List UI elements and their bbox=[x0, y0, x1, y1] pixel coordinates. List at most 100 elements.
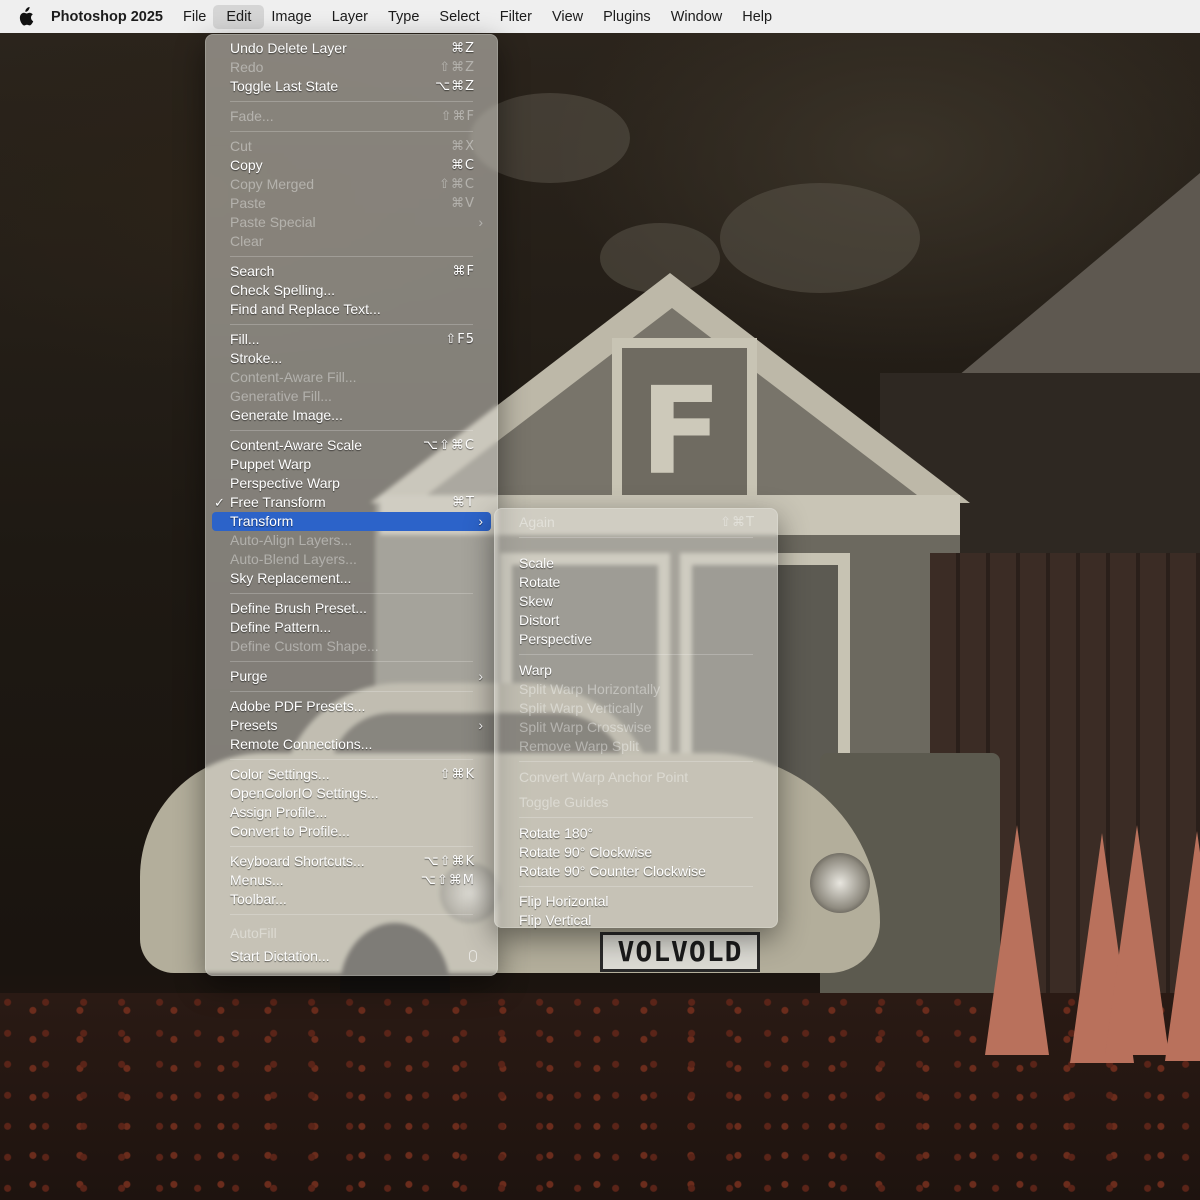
menu-help[interactable]: Help bbox=[742, 5, 772, 29]
menu-item-rotate-180[interactable]: Rotate 180° bbox=[495, 824, 777, 843]
menu-item-distort[interactable]: Distort bbox=[495, 611, 777, 630]
menu-item-toggle-guides[interactable]: Toggle Guides bbox=[495, 793, 777, 812]
menu-item-define-custom-shape[interactable]: Define Custom Shape... bbox=[206, 637, 497, 656]
menu-item-autofill[interactable]: AutoFill bbox=[206, 924, 497, 943]
license-plate: VOLVOLD bbox=[600, 932, 760, 972]
menu-item-perspective-warp[interactable]: Perspective Warp bbox=[206, 474, 497, 493]
menu-item-fill[interactable]: Fill... ⇧F5 bbox=[206, 330, 497, 349]
menu-item-copy[interactable]: Copy ⌘C bbox=[206, 156, 497, 175]
menu-layer[interactable]: Layer bbox=[332, 5, 368, 29]
menu-window[interactable]: Window bbox=[671, 5, 723, 29]
checkmark-icon: ✓ bbox=[214, 495, 225, 510]
menu-item-clear[interactable]: Clear bbox=[206, 232, 497, 251]
menu-item-adobe-pdf-presets[interactable]: Adobe PDF Presets... bbox=[206, 697, 497, 716]
menu-item-split-warp-crosswise[interactable]: Split Warp Crosswise bbox=[495, 718, 777, 737]
menu-item-content-aware-scale[interactable]: Content-Aware Scale ⌥⇧⌘C bbox=[206, 436, 497, 455]
chevron-right-icon: › bbox=[478, 214, 483, 230]
menu-item-convert-to-profile[interactable]: Convert to Profile... bbox=[206, 822, 497, 841]
menu-item-flip-vertical[interactable]: Flip Vertical bbox=[495, 911, 777, 930]
menu-separator bbox=[206, 841, 497, 852]
menu-item-copy-merged[interactable]: Copy Merged ⇧⌘C bbox=[206, 175, 497, 194]
menu-separator bbox=[206, 251, 497, 262]
menu-item-start-dictation[interactable]: Start Dictation... bbox=[206, 947, 497, 966]
menu-item-remote-connections[interactable]: Remote Connections... bbox=[206, 735, 497, 754]
menu-item-toggle-last-state[interactable]: Toggle Last State ⌥⌘Z bbox=[206, 77, 497, 96]
menu-separator bbox=[495, 756, 777, 768]
menu-item-purge[interactable]: Purge › bbox=[206, 667, 497, 686]
menu-item-presets[interactable]: Presets › bbox=[206, 716, 497, 735]
shed-letter: F bbox=[640, 363, 722, 502]
transform-submenu: Again ⇧⌘T Scale Rotate Skew Distort Persp… bbox=[494, 508, 778, 928]
menu-item-transform[interactable]: Transform › bbox=[212, 512, 491, 531]
menu-select[interactable]: Select bbox=[439, 5, 479, 29]
menu-item-convert-warp-anchor-point[interactable]: Convert Warp Anchor Point bbox=[495, 768, 777, 787]
menu-separator bbox=[206, 126, 497, 137]
menu-item-redo[interactable]: Redo ⇧⌘Z bbox=[206, 58, 497, 77]
menu-item-rotate[interactable]: Rotate bbox=[495, 573, 777, 592]
menu-item-flip-horizontal[interactable]: Flip Horizontal bbox=[495, 892, 777, 911]
menu-item-assign-profile[interactable]: Assign Profile... bbox=[206, 803, 497, 822]
menu-item-puppet-warp[interactable]: Puppet Warp bbox=[206, 455, 497, 474]
menu-item-scale[interactable]: Scale bbox=[495, 554, 777, 573]
menu-item-search[interactable]: Search ⌘F bbox=[206, 262, 497, 281]
menu-separator bbox=[206, 909, 497, 924]
menu-item-define-pattern[interactable]: Define Pattern... bbox=[206, 618, 497, 637]
app-name-menu[interactable]: Photoshop 2025 bbox=[51, 9, 163, 25]
menu-item-color-settings[interactable]: Color Settings... ⇧⌘K bbox=[206, 765, 497, 784]
menu-separator bbox=[206, 754, 497, 765]
menu-item-define-brush-preset[interactable]: Define Brush Preset... bbox=[206, 599, 497, 618]
menu-item-auto-blend-layers[interactable]: Auto-Blend Layers... bbox=[206, 550, 497, 569]
menu-item-menus[interactable]: Menus... ⌥⇧⌘M bbox=[206, 871, 497, 890]
menu-separator bbox=[206, 588, 497, 599]
menu-item-toolbar[interactable]: Toolbar... bbox=[206, 890, 497, 909]
traffic-cone bbox=[1105, 825, 1169, 1055]
menu-file[interactable]: File bbox=[183, 5, 206, 29]
edit-menu: Undo Delete Layer ⌘Z Redo ⇧⌘Z Toggle Last … bbox=[205, 34, 498, 976]
menu-bar: Photoshop 2025 File Edit Image Layer Typ… bbox=[0, 0, 1200, 33]
microphone-icon bbox=[469, 950, 477, 962]
menu-item-again[interactable]: Again ⇧⌘T bbox=[495, 513, 777, 532]
menu-item-split-warp-horizontally[interactable]: Split Warp Horizontally bbox=[495, 680, 777, 699]
menu-item-generative-fill[interactable]: Generative Fill... bbox=[206, 387, 497, 406]
menu-item-generate-image[interactable]: Generate Image... bbox=[206, 406, 497, 425]
menu-image[interactable]: Image bbox=[271, 5, 311, 29]
menu-item-paste-special[interactable]: Paste Special › bbox=[206, 213, 497, 232]
menu-item-paste[interactable]: Paste ⌘V bbox=[206, 194, 497, 213]
menu-item-rotate-90-cw[interactable]: Rotate 90° Clockwise bbox=[495, 843, 777, 862]
menu-separator bbox=[206, 656, 497, 667]
menu-item-warp[interactable]: Warp bbox=[495, 661, 777, 680]
menu-separator bbox=[495, 881, 777, 892]
menu-separator bbox=[206, 425, 497, 436]
menu-separator bbox=[206, 319, 497, 330]
menu-separator bbox=[495, 649, 777, 661]
apple-icon[interactable] bbox=[16, 6, 34, 27]
menu-item-check-spelling[interactable]: Check Spelling... bbox=[206, 281, 497, 300]
menu-separator bbox=[206, 96, 497, 107]
chevron-right-icon: › bbox=[478, 668, 483, 684]
menu-item-content-aware-fill[interactable]: Content-Aware Fill... bbox=[206, 368, 497, 387]
menu-separator bbox=[495, 532, 777, 554]
menu-item-stroke[interactable]: Stroke... bbox=[206, 349, 497, 368]
menu-item-opencolorio-settings[interactable]: OpenColorIO Settings... bbox=[206, 784, 497, 803]
chevron-right-icon: › bbox=[478, 513, 483, 529]
menu-edit[interactable]: Edit bbox=[213, 4, 265, 29]
menu-filter[interactable]: Filter bbox=[500, 5, 532, 29]
menu-item-fade[interactable]: Fade... ⇧⌘F bbox=[206, 107, 497, 126]
menu-item-undo[interactable]: Undo Delete Layer ⌘Z bbox=[206, 39, 497, 58]
menu-item-find-replace-text[interactable]: Find and Replace Text... bbox=[206, 300, 497, 319]
menu-item-free-transform[interactable]: ✓ Free Transform ⌘T bbox=[206, 493, 497, 512]
menu-item-remove-warp-split[interactable]: Remove Warp Split bbox=[495, 737, 777, 756]
menu-item-keyboard-shortcuts[interactable]: Keyboard Shortcuts... ⌥⇧⌘K bbox=[206, 852, 497, 871]
car-headlamp bbox=[810, 853, 870, 913]
menu-item-skew[interactable]: Skew bbox=[495, 592, 777, 611]
menu-item-split-warp-vertically[interactable]: Split Warp Vertically bbox=[495, 699, 777, 718]
menu-item-rotate-90-ccw[interactable]: Rotate 90° Counter Clockwise bbox=[495, 862, 777, 881]
menu-item-auto-align-layers[interactable]: Auto-Align Layers... bbox=[206, 531, 497, 550]
menu-view[interactable]: View bbox=[552, 5, 583, 29]
menu-plugins[interactable]: Plugins bbox=[603, 5, 651, 29]
menu-type[interactable]: Type bbox=[388, 5, 419, 29]
traffic-cone bbox=[985, 825, 1049, 1055]
menu-item-sky-replacement[interactable]: Sky Replacement... bbox=[206, 569, 497, 588]
menu-item-perspective[interactable]: Perspective bbox=[495, 630, 777, 649]
menu-item-cut[interactable]: Cut ⌘X bbox=[206, 137, 497, 156]
